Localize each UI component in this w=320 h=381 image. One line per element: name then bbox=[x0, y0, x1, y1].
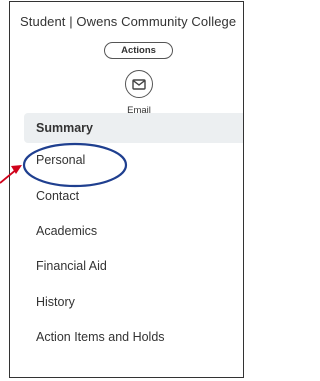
nav-item-summary[interactable]: Summary bbox=[24, 113, 243, 143]
email-button[interactable] bbox=[125, 70, 153, 98]
actions-button[interactable]: Actions bbox=[104, 42, 173, 59]
envelope-icon bbox=[132, 78, 146, 90]
nav-item-academics[interactable]: Academics bbox=[24, 216, 243, 246]
nav-item-contact[interactable]: Contact bbox=[24, 181, 243, 211]
nav-item-personal[interactable]: Personal bbox=[24, 145, 243, 175]
page-title: Student | Owens Community College bbox=[20, 14, 237, 29]
nav-item-history[interactable]: History bbox=[24, 287, 243, 317]
nav-item-financial-aid[interactable]: Financial Aid bbox=[24, 251, 243, 281]
nav-item-action-items-and-holds[interactable]: Action Items and Holds bbox=[24, 322, 243, 352]
